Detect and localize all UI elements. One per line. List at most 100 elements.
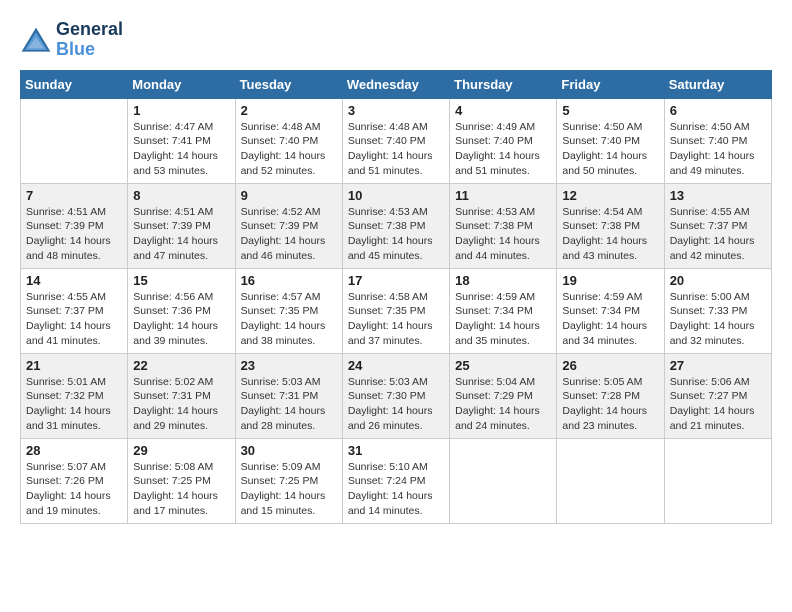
day-number: 5 [562, 103, 658, 118]
day-info: Sunrise: 5:01 AMSunset: 7:32 PMDaylight:… [26, 375, 122, 434]
calendar-cell: 5 Sunrise: 4:50 AMSunset: 7:40 PMDaylight… [557, 98, 664, 183]
calendar-cell: 2 Sunrise: 4:48 AMSunset: 7:40 PMDaylight… [235, 98, 342, 183]
calendar-week-5: 28 Sunrise: 5:07 AMSunset: 7:26 PMDayligh… [21, 438, 772, 523]
calendar-cell [21, 98, 128, 183]
day-info: Sunrise: 5:04 AMSunset: 7:29 PMDaylight:… [455, 375, 551, 434]
day-number: 20 [670, 273, 766, 288]
day-info: Sunrise: 4:58 AMSunset: 7:35 PMDaylight:… [348, 290, 444, 349]
calendar-cell: 21 Sunrise: 5:01 AMSunset: 7:32 PMDayligh… [21, 353, 128, 438]
calendar-week-1: 1 Sunrise: 4:47 AMSunset: 7:41 PMDaylight… [21, 98, 772, 183]
calendar-cell: 22Sunrise: 5:02 AMSunset: 7:31 PMDayligh… [128, 353, 235, 438]
day-info: Sunrise: 5:00 AMSunset: 7:33 PMDaylight:… [670, 290, 766, 349]
calendar-cell: 24Sunrise: 5:03 AMSunset: 7:30 PMDayligh… [342, 353, 449, 438]
calendar-cell: 8 Sunrise: 4:51 AMSunset: 7:39 PMDaylight… [128, 183, 235, 268]
day-info: Sunrise: 4:50 AMSunset: 7:40 PMDaylight:… [562, 120, 658, 179]
day-number: 26 [562, 358, 658, 373]
day-info: Sunrise: 4:51 AMSunset: 7:39 PMDaylight:… [133, 205, 229, 264]
calendar-cell: 1 Sunrise: 4:47 AMSunset: 7:41 PMDaylight… [128, 98, 235, 183]
day-info: Sunrise: 4:59 AMSunset: 7:34 PMDaylight:… [455, 290, 551, 349]
day-number: 27 [670, 358, 766, 373]
calendar-cell: 4Sunrise: 4:49 AMSunset: 7:40 PMDaylight… [450, 98, 557, 183]
day-info: Sunrise: 5:07 AMSunset: 7:26 PMDaylight:… [26, 460, 122, 519]
calendar-cell: 11 Sunrise: 4:53 AMSunset: 7:38 PMDayligh… [450, 183, 557, 268]
day-number: 22 [133, 358, 229, 373]
header-sunday: Sunday [21, 70, 128, 98]
day-number: 12 [562, 188, 658, 203]
calendar-cell: 3 Sunrise: 4:48 AMSunset: 7:40 PMDaylight… [342, 98, 449, 183]
day-info: Sunrise: 5:05 AMSunset: 7:28 PMDaylight:… [562, 375, 658, 434]
calendar-cell: 12 Sunrise: 4:54 AMSunset: 7:38 PMDayligh… [557, 183, 664, 268]
day-number: 25 [455, 358, 551, 373]
day-number: 15 [133, 273, 229, 288]
day-info: Sunrise: 4:53 AMSunset: 7:38 PMDaylight:… [348, 205, 444, 264]
day-number: 6 [670, 103, 766, 118]
header-monday: Monday [128, 70, 235, 98]
day-number: 18 [455, 273, 551, 288]
calendar-header-row: SundayMondayTuesdayWednesdayThursdayFrid… [21, 70, 772, 98]
day-number: 19 [562, 273, 658, 288]
day-number: 21 [26, 358, 122, 373]
day-info: Sunrise: 4:48 AMSunset: 7:40 PMDaylight:… [348, 120, 444, 179]
day-info: Sunrise: 4:47 AMSunset: 7:41 PMDaylight:… [133, 120, 229, 179]
day-info: Sunrise: 4:55 AMSunset: 7:37 PMDaylight:… [26, 290, 122, 349]
calendar-cell: 17Sunrise: 4:58 AMSunset: 7:35 PMDayligh… [342, 268, 449, 353]
calendar-cell: 9 Sunrise: 4:52 AMSunset: 7:39 PMDaylight… [235, 183, 342, 268]
day-info: Sunrise: 4:50 AMSunset: 7:40 PMDaylight:… [670, 120, 766, 179]
day-info: Sunrise: 4:57 AMSunset: 7:35 PMDaylight:… [241, 290, 337, 349]
day-number: 24 [348, 358, 444, 373]
day-number: 30 [241, 443, 337, 458]
day-info: Sunrise: 4:59 AMSunset: 7:34 PMDaylight:… [562, 290, 658, 349]
calendar-cell: 28 Sunrise: 5:07 AMSunset: 7:26 PMDayligh… [21, 438, 128, 523]
calendar-cell: 13 Sunrise: 4:55 AMSunset: 7:37 PMDayligh… [664, 183, 771, 268]
header-tuesday: Tuesday [235, 70, 342, 98]
day-number: 11 [455, 188, 551, 203]
calendar-week-2: 7Sunrise: 4:51 AMSunset: 7:39 PMDaylight… [21, 183, 772, 268]
day-number: 23 [241, 358, 337, 373]
day-info: Sunrise: 4:55 AMSunset: 7:37 PMDaylight:… [670, 205, 766, 264]
calendar-cell: 6 Sunrise: 4:50 AMSunset: 7:40 PMDaylight… [664, 98, 771, 183]
day-info: Sunrise: 4:54 AMSunset: 7:38 PMDaylight:… [562, 205, 658, 264]
header-friday: Friday [557, 70, 664, 98]
calendar-cell [450, 438, 557, 523]
day-number: 31 [348, 443, 444, 458]
calendar-cell: 14Sunrise: 4:55 AMSunset: 7:37 PMDayligh… [21, 268, 128, 353]
calendar-cell: 16 Sunrise: 4:57 AMSunset: 7:35 PMDayligh… [235, 268, 342, 353]
day-number: 13 [670, 188, 766, 203]
calendar-cell [664, 438, 771, 523]
header-wednesday: Wednesday [342, 70, 449, 98]
calendar-cell: 25 Sunrise: 5:04 AMSunset: 7:29 PMDayligh… [450, 353, 557, 438]
day-info: Sunrise: 4:48 AMSunset: 7:40 PMDaylight:… [241, 120, 337, 179]
day-number: 16 [241, 273, 337, 288]
day-number: 9 [241, 188, 337, 203]
day-number: 8 [133, 188, 229, 203]
calendar-cell: 31 Sunrise: 5:10 AMSunset: 7:24 PMDayligh… [342, 438, 449, 523]
day-number: 2 [241, 103, 337, 118]
calendar-cell: 20 Sunrise: 5:00 AMSunset: 7:33 PMDayligh… [664, 268, 771, 353]
day-info: Sunrise: 4:51 AMSunset: 7:39 PMDaylight:… [26, 205, 122, 264]
day-info: Sunrise: 4:52 AMSunset: 7:39 PMDaylight:… [241, 205, 337, 264]
calendar-cell: 23Sunrise: 5:03 AMSunset: 7:31 PMDayligh… [235, 353, 342, 438]
calendar-cell: 15 Sunrise: 4:56 AMSunset: 7:36 PMDayligh… [128, 268, 235, 353]
calendar-table: SundayMondayTuesdayWednesdayThursdayFrid… [20, 70, 772, 524]
calendar-cell: 19 Sunrise: 4:59 AMSunset: 7:34 PMDayligh… [557, 268, 664, 353]
calendar-cell: 7Sunrise: 4:51 AMSunset: 7:39 PMDaylight… [21, 183, 128, 268]
day-info: Sunrise: 5:10 AMSunset: 7:24 PMDaylight:… [348, 460, 444, 519]
page-header: General Blue [20, 20, 772, 60]
day-info: Sunrise: 5:08 AMSunset: 7:25 PMDaylight:… [133, 460, 229, 519]
day-number: 29 [133, 443, 229, 458]
day-info: Sunrise: 4:56 AMSunset: 7:36 PMDaylight:… [133, 290, 229, 349]
day-info: Sunrise: 4:53 AMSunset: 7:38 PMDaylight:… [455, 205, 551, 264]
logo: General Blue [20, 20, 123, 60]
day-info: Sunrise: 4:49 AMSunset: 7:40 PMDaylight:… [455, 120, 551, 179]
calendar-cell: 29 Sunrise: 5:08 AMSunset: 7:25 PMDayligh… [128, 438, 235, 523]
calendar-cell: 10 Sunrise: 4:53 AMSunset: 7:38 PMDayligh… [342, 183, 449, 268]
day-number: 1 [133, 103, 229, 118]
day-number: 10 [348, 188, 444, 203]
day-number: 28 [26, 443, 122, 458]
calendar-cell: 18 Sunrise: 4:59 AMSunset: 7:34 PMDayligh… [450, 268, 557, 353]
day-info: Sunrise: 5:09 AMSunset: 7:25 PMDaylight:… [241, 460, 337, 519]
calendar-cell: 26 Sunrise: 5:05 AMSunset: 7:28 PMDayligh… [557, 353, 664, 438]
header-saturday: Saturday [664, 70, 771, 98]
day-number: 3 [348, 103, 444, 118]
calendar-cell: 27Sunrise: 5:06 AMSunset: 7:27 PMDayligh… [664, 353, 771, 438]
